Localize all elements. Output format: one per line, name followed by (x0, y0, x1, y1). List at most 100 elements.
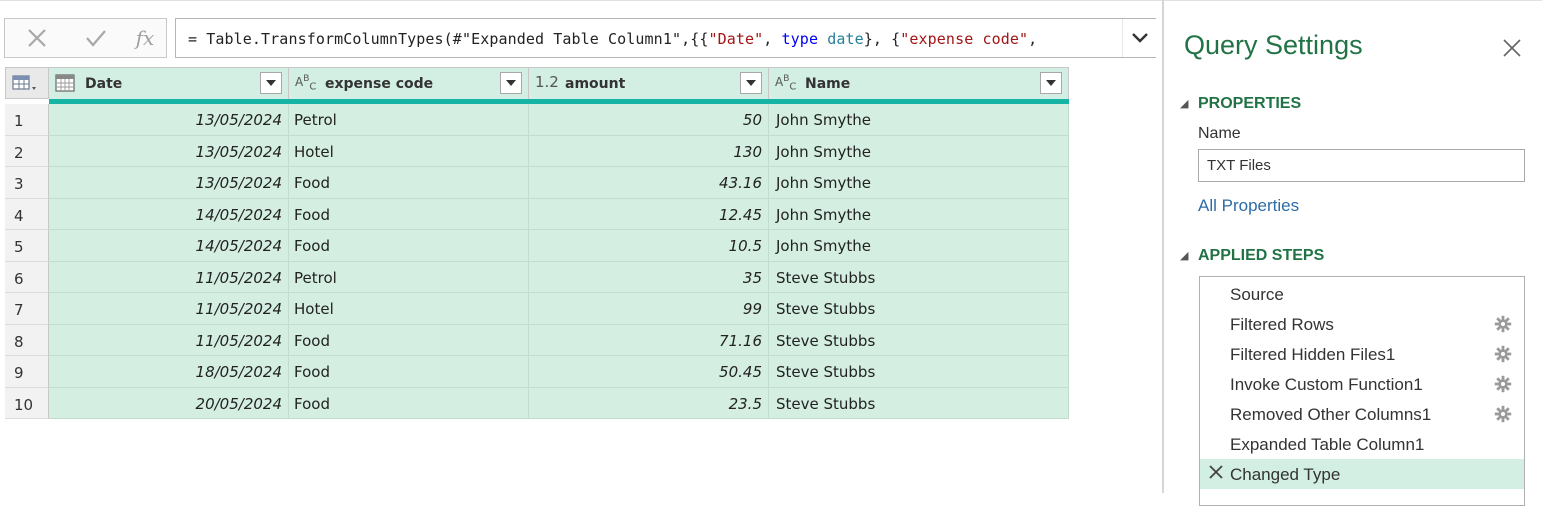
amount-cell[interactable]: 130 (529, 135, 769, 167)
calendar-icon (55, 74, 75, 92)
name-cell[interactable]: Steve Stubbs (769, 387, 1069, 419)
date-cell[interactable]: 18/05/2024 (49, 356, 289, 388)
table-row[interactable]: 2 13/05/2024 Hotel 130 John Smythe (5, 135, 1069, 167)
amount-cell[interactable]: 43.16 (529, 167, 769, 199)
table-row[interactable]: 4 14/05/2024 Food 12.45 John Smythe (5, 198, 1069, 230)
pane-divider[interactable] (1162, 0, 1164, 493)
name-cell[interactable]: John Smythe (769, 135, 1069, 167)
amount-cell[interactable]: 50 (529, 104, 769, 136)
applied-step[interactable]: Source (1200, 279, 1524, 309)
column-header-amount[interactable]: 1.2 amount (529, 67, 769, 99)
table-row[interactable]: 8 11/05/2024 Food 71.16 Steve Stubbs (5, 324, 1069, 356)
expense-code-cell[interactable]: Food (289, 198, 529, 230)
column-filter-dropdown[interactable] (500, 72, 522, 94)
row-number: 3 (5, 167, 49, 199)
formula-bar-buttons: fx (4, 18, 167, 58)
column-header-date[interactable]: Date (49, 67, 289, 99)
properties-section-toggle[interactable]: ◢ PROPERTIES (1180, 95, 1301, 113)
section-heading: PROPERTIES (1198, 95, 1302, 112)
query-name-input[interactable]: TXT Files (1198, 149, 1525, 182)
close-pane-button[interactable] (1500, 36, 1524, 60)
applied-step[interactable]: Changed Type (1200, 459, 1524, 489)
date-cell[interactable]: 14/05/2024 (49, 230, 289, 262)
formula-input[interactable]: = Table.TransformColumnTypes(#"Expanded … (175, 18, 1156, 58)
commit-formula-button[interactable] (78, 19, 114, 57)
cancel-formula-button[interactable] (19, 19, 55, 57)
date-cell[interactable]: 11/05/2024 (49, 293, 289, 325)
name-cell[interactable]: John Smythe (769, 230, 1069, 262)
applied-step[interactable]: Invoke Custom Function1 (1200, 369, 1524, 399)
expense-code-cell[interactable]: Food (289, 324, 529, 356)
date-cell[interactable]: 13/05/2024 (49, 135, 289, 167)
date-cell[interactable]: 13/05/2024 (49, 167, 289, 199)
expense-code-cell[interactable]: Petrol (289, 104, 529, 136)
name-cell[interactable]: John Smythe (769, 104, 1069, 136)
date-cell[interactable]: 13/05/2024 (49, 104, 289, 136)
table-row[interactable]: 6 11/05/2024 Petrol 35 Steve Stubbs (5, 261, 1069, 293)
amount-cell[interactable]: 50.45 (529, 356, 769, 388)
name-cell[interactable]: Steve Stubbs (769, 261, 1069, 293)
column-header-name[interactable]: ABC Name (769, 67, 1069, 99)
formula-token: "expense code" (900, 30, 1029, 48)
table-row[interactable]: 10 20/05/2024 Food 23.5 Steve Stubbs (5, 387, 1069, 419)
expense-code-cell[interactable]: Hotel (289, 135, 529, 167)
table-row[interactable]: 1 13/05/2024 Petrol 50 John Smythe (5, 104, 1069, 136)
amount-cell[interactable]: 12.45 (529, 198, 769, 230)
date-cell[interactable]: 14/05/2024 (49, 198, 289, 230)
amount-cell[interactable]: 99 (529, 293, 769, 325)
date-cell[interactable]: 20/05/2024 (49, 387, 289, 419)
amount-cell[interactable]: 35 (529, 261, 769, 293)
column-header-expense-code[interactable]: ABC expense code (289, 67, 529, 99)
gear-icon[interactable] (1494, 405, 1512, 428)
column-name: Date (85, 76, 123, 92)
insert-function-button[interactable]: fx (125, 19, 165, 57)
date-cell[interactable]: 11/05/2024 (49, 261, 289, 293)
step-label: Filtered Rows (1230, 315, 1334, 334)
name-cell[interactable]: Steve Stubbs (769, 293, 1069, 325)
formula-token: ,{{ (681, 30, 709, 48)
step-label: Source (1230, 285, 1284, 304)
gear-icon[interactable] (1494, 375, 1512, 398)
expense-code-cell[interactable]: Petrol (289, 261, 529, 293)
power-query-editor: fx = Table.TransformColumnTypes(#"Expand… (0, 0, 1542, 506)
applied-step[interactable]: Removed Other Columns1 (1200, 399, 1524, 429)
table-menu-button[interactable] (5, 67, 49, 99)
column-filter-dropdown[interactable] (1040, 72, 1062, 94)
checkmark-icon (86, 30, 106, 47)
column-filter-dropdown[interactable] (260, 72, 282, 94)
name-cell[interactable]: Steve Stubbs (769, 324, 1069, 356)
applied-step[interactable]: Filtered Hidden Files1 (1200, 339, 1524, 369)
column-filter-dropdown[interactable] (740, 72, 762, 94)
pane-title: Query Settings (1184, 30, 1363, 60)
expand-formula-button[interactable] (1122, 19, 1156, 57)
delete-step-icon[interactable] (1208, 464, 1224, 485)
table-row[interactable]: 7 11/05/2024 Hotel 99 Steve Stubbs (5, 293, 1069, 325)
table-row[interactable]: 5 14/05/2024 Food 10.5 John Smythe (5, 230, 1069, 262)
expense-code-cell[interactable]: Food (289, 356, 529, 388)
all-properties-link[interactable]: All Properties (1198, 196, 1299, 216)
formula-token: type (781, 30, 819, 48)
applied-step[interactable]: Filtered Rows (1200, 309, 1524, 339)
gear-icon[interactable] (1494, 315, 1512, 338)
date-cell[interactable]: 11/05/2024 (49, 324, 289, 356)
name-cell[interactable]: John Smythe (769, 198, 1069, 230)
expense-code-cell[interactable]: Food (289, 230, 529, 262)
row-number: 2 (5, 135, 49, 167)
table-row[interactable]: 9 18/05/2024 Food 50.45 Steve Stubbs (5, 356, 1069, 388)
applied-steps-section-toggle[interactable]: ◢ APPLIED STEPS (1180, 247, 1324, 265)
name-cell[interactable]: Steve Stubbs (769, 356, 1069, 388)
amount-cell[interactable]: 10.5 (529, 230, 769, 262)
name-cell[interactable]: John Smythe (769, 167, 1069, 199)
amount-cell[interactable]: 71.16 (529, 324, 769, 356)
amount-cell[interactable]: 23.5 (529, 387, 769, 419)
name-label: Name (1198, 125, 1241, 142)
gear-icon[interactable] (1494, 345, 1512, 368)
expense-code-cell[interactable]: Hotel (289, 293, 529, 325)
table-row[interactable]: 3 13/05/2024 Food 43.16 John Smythe (5, 167, 1069, 199)
applied-step[interactable]: Expanded Table Column1 (1200, 429, 1524, 459)
expense-code-cell[interactable]: Food (289, 387, 529, 419)
expense-code-cell[interactable]: Food (289, 167, 529, 199)
step-label: Changed Type (1230, 465, 1341, 484)
close-icon (1503, 39, 1521, 57)
column-name: amount (565, 76, 626, 92)
